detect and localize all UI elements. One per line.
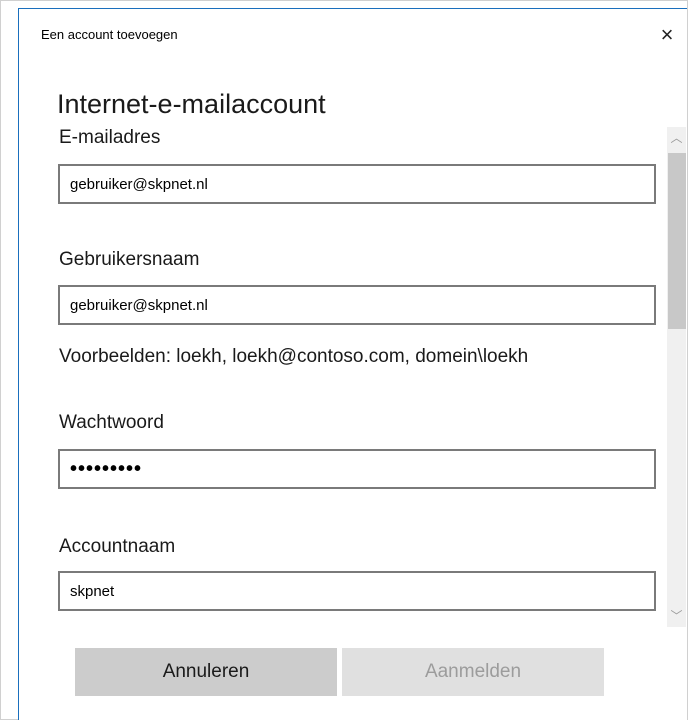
page-title: Internet-e-mailaccount [57, 89, 326, 119]
add-account-dialog: Een account toevoegen × Internet-e-maila… [18, 8, 687, 720]
email-field-value: gebruiker@skpnet.nl [70, 175, 208, 193]
password-field-value: ••••••••• [70, 457, 143, 480]
cancel-button-label: Annuleren [162, 661, 250, 682]
email-label: E-mailadres [59, 127, 161, 148]
password-field[interactable]: ••••••••• [58, 449, 656, 489]
scroll-up-icon[interactable]: ︿ [667, 127, 686, 149]
account-name-field-value: skpnet [70, 582, 115, 600]
account-name-field[interactable]: skpnet [58, 571, 656, 611]
username-field[interactable]: gebruiker@skpnet.nl [58, 285, 656, 325]
vertical-scrollbar[interactable]: ︿ ﹀ [667, 127, 686, 627]
scroll-thumb[interactable] [668, 153, 686, 329]
form-scroll-area[interactable]: E-mailadres gebruiker@skpnet.nl Gebruike… [19, 124, 665, 629]
scroll-down-icon[interactable]: ﹀ [667, 605, 686, 627]
close-icon[interactable]: × [647, 19, 687, 51]
password-label: Wachtwoord [59, 412, 164, 433]
email-field[interactable]: gebruiker@skpnet.nl [58, 164, 656, 204]
cancel-button[interactable]: Annuleren [75, 648, 337, 696]
username-label: Gebruikersnaam [59, 249, 200, 270]
account-name-label: Accountnaam [59, 536, 176, 557]
username-hint: Voorbeelden: loekh, loekh@contoso.com, d… [59, 346, 529, 367]
sign-in-button-label: Aanmelden [424, 661, 522, 682]
username-field-value: gebruiker@skpnet.nl [70, 296, 208, 314]
title-bar: Een account toevoegen × [19, 9, 687, 57]
window-title: Een account toevoegen [41, 27, 178, 42]
sign-in-button[interactable]: Aanmelden [342, 648, 604, 696]
